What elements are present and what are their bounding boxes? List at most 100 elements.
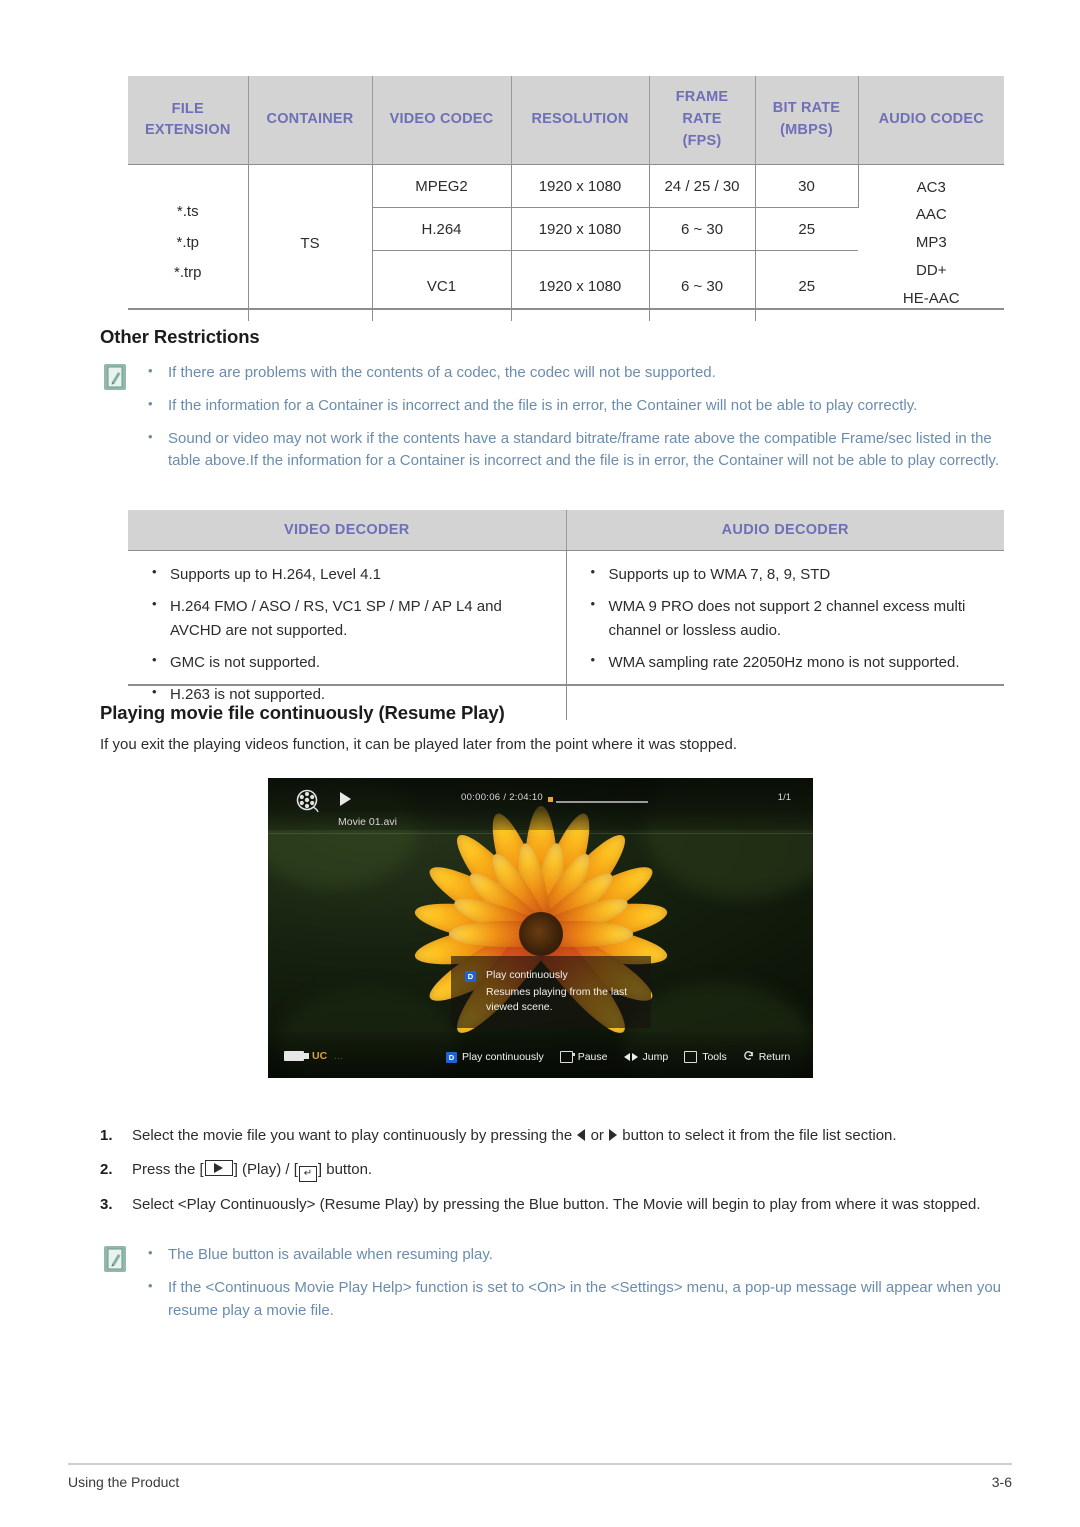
col-header-container: CONTAINER bbox=[248, 76, 373, 165]
blue-button-badge-icon: D bbox=[465, 971, 476, 982]
list-item: 3. Select <Play Continuously> (Resume Pla… bbox=[100, 1193, 1005, 1216]
step-text-post: ] button. bbox=[317, 1161, 373, 1179]
action-label: Jump bbox=[642, 1051, 669, 1063]
progress-knob[interactable] bbox=[548, 797, 553, 802]
col-header-resolution: RESOLUTION bbox=[511, 76, 650, 165]
footer-divider bbox=[68, 1463, 1012, 1465]
cell-bit-rate: 25 bbox=[755, 250, 858, 321]
table-row: *.ts *.tp *.trp TS MPEG2 1920 x 1080 24 … bbox=[128, 164, 1004, 321]
audio-codec-item: MP3 bbox=[915, 234, 947, 252]
cell-frame-rate: 6 ~ 30 bbox=[649, 207, 756, 251]
list-item: If the <Continuous Movie Play Help> func… bbox=[142, 1276, 1009, 1323]
instruction-steps: 1. Select the movie file you want to play… bbox=[100, 1124, 1005, 1228]
list-item: The Blue button is available when resumi… bbox=[142, 1243, 1009, 1267]
col-header-video-codec: VIDEO CODEC bbox=[372, 76, 512, 165]
page-counter: 1/1 bbox=[777, 792, 791, 803]
step-text-pre: Select the movie file you want to play c… bbox=[132, 1127, 577, 1144]
header-line: CONTAINER bbox=[266, 111, 354, 128]
popup-description: Resumes playing from the last viewed sce… bbox=[486, 986, 628, 1014]
col-header-bit-rate: BIT RATE (MBPS) bbox=[755, 76, 859, 165]
left-arrow-icon bbox=[577, 1129, 586, 1141]
header-line: FRAME bbox=[675, 89, 729, 106]
header-line: RESOLUTION bbox=[531, 111, 629, 128]
codec-table-bottom-rule bbox=[128, 308, 1004, 310]
movie-filename: Movie 01.avi bbox=[338, 816, 397, 828]
audio-codec-item: AAC bbox=[915, 206, 947, 224]
play-status-icon bbox=[340, 792, 351, 806]
action-pause[interactable]: Pause bbox=[559, 1051, 608, 1063]
action-jump[interactable]: Jump bbox=[623, 1051, 669, 1063]
header-line: RATE bbox=[682, 111, 722, 128]
blue-button-badge-icon: D bbox=[446, 1051, 457, 1063]
list-item: Supports up to WMA 7, 8, 9, STD bbox=[577, 562, 995, 586]
action-label: Play continuously bbox=[462, 1051, 544, 1063]
film-reel-icon bbox=[294, 788, 322, 821]
list-item: If there are problems with the contents … bbox=[142, 361, 1009, 385]
usb-device-label: UC bbox=[312, 1050, 328, 1062]
cell-audio-decoder-list: Supports up to WMA 7, 8, 9, STD WMA 9 PR… bbox=[566, 550, 1004, 721]
step-text-mid: ] (Play) / [ bbox=[233, 1161, 298, 1179]
right-arrow-icon bbox=[609, 1129, 618, 1141]
action-tools[interactable]: Tools bbox=[684, 1051, 727, 1063]
page-number: 3-6 bbox=[991, 1474, 1012, 1490]
tools-icon bbox=[684, 1051, 698, 1063]
section-heading-resume-play: Playing movie file continuously (Resume … bbox=[100, 702, 505, 723]
cell-bit-rate: 25 bbox=[755, 207, 858, 251]
cell-file-extensions: *.ts *.tp *.trp bbox=[128, 164, 249, 321]
action-return[interactable]: Return bbox=[743, 1050, 790, 1064]
resume-play-intro: If you exit the playing videos function,… bbox=[100, 736, 738, 753]
list-item: 1. Select the movie file you want to play… bbox=[100, 1124, 1005, 1147]
play-key-icon bbox=[204, 1160, 233, 1177]
tv-player-screenshot: 00:00:06 / 2:04:10 1/1 Movie 01.avi D Pl… bbox=[268, 778, 813, 1078]
list-item: WMA 9 PRO does not support 2 channel exc… bbox=[577, 594, 995, 642]
file-extension-item: *.tp bbox=[176, 233, 199, 251]
note-pencil-icon bbox=[104, 1246, 126, 1272]
header-line: VIDEO CODEC bbox=[389, 111, 494, 128]
list-item: If the information for a Container is in… bbox=[142, 394, 1009, 418]
col-header-file-extension: FILE EXTENSION bbox=[128, 76, 249, 165]
step-number: 3. bbox=[100, 1196, 113, 1214]
list-item: Supports up to H.264, Level 4.1 bbox=[138, 562, 556, 586]
header-line: (MBPS) bbox=[780, 122, 833, 138]
file-extension-item: *.ts bbox=[176, 202, 199, 220]
step-text-pre: Press the [ bbox=[132, 1161, 204, 1179]
decoder-table-header-row: VIDEO DECODER AUDIO DECODER bbox=[128, 510, 1004, 551]
col-header-frame-rate: FRAME RATE (FPS) bbox=[649, 76, 756, 165]
step-text-post: button to select it from the file list s… bbox=[618, 1127, 897, 1144]
header-line: (FPS) bbox=[682, 132, 722, 149]
header-line: EXTENSION bbox=[144, 122, 231, 138]
cell-audio-codecs: AC3 AAC MP3 DD+ HE-AAC bbox=[858, 164, 1004, 321]
enter-key-icon: ↵ bbox=[298, 1166, 317, 1183]
step-text-mid: or bbox=[586, 1127, 609, 1144]
action-play-continuously[interactable]: D Play continuously bbox=[446, 1051, 544, 1063]
header-line: FILE bbox=[171, 100, 204, 117]
cell-bit-rate: 30 bbox=[755, 164, 859, 208]
header-line: AUDIO CODEC bbox=[878, 111, 984, 128]
popup-title: Play continuously bbox=[486, 969, 568, 981]
note-callout: If there are problems with the contents … bbox=[104, 361, 1009, 483]
cell-resolution: 1920 x 1080 bbox=[511, 164, 650, 208]
list-item: H.264 FMO / ASO / RS, VC1 SP / MP / AP L… bbox=[138, 594, 556, 642]
page-title: Other Restrictions bbox=[100, 326, 260, 347]
cell-video-codec: VC1 bbox=[372, 250, 512, 321]
note-callout: The Blue button is available when resumi… bbox=[104, 1243, 1009, 1332]
step-text: Select <Play Continuously> (Resume Play)… bbox=[132, 1196, 981, 1214]
step-number: 2. bbox=[100, 1161, 113, 1179]
list-item: GMC is not supported. bbox=[138, 650, 556, 674]
col-header-video-decoder: VIDEO DECODER bbox=[128, 510, 567, 551]
decoder-table-bottom-rule bbox=[128, 684, 1004, 686]
left-right-arrows-icon bbox=[623, 1053, 638, 1061]
cell-frame-rate: 6 ~ 30 bbox=[649, 250, 756, 321]
playback-timecode: 00:00:06 / 2:04:10 bbox=[461, 792, 543, 803]
cell-resolution: 1920 x 1080 bbox=[511, 207, 650, 251]
list-item: 2. Press the [ ] (Play) / [↵] button. bbox=[100, 1158, 1005, 1183]
enter-key-icon bbox=[559, 1051, 575, 1063]
audio-decoder-list: Supports up to WMA 7, 8, 9, STD WMA 9 PR… bbox=[577, 562, 995, 674]
manual-page: FILE EXTENSION CONTAINER VIDEO CODEC RES… bbox=[0, 0, 1080, 1527]
cell-frame-rate: 24 / 25 / 30 bbox=[649, 164, 756, 208]
cell-video-codec: H.264 bbox=[372, 207, 512, 251]
restriction-note-list: If there are problems with the contents … bbox=[142, 361, 1009, 474]
return-arrow-icon bbox=[743, 1050, 754, 1064]
progress-track[interactable] bbox=[556, 801, 648, 803]
list-item: Sound or video may not work if the conte… bbox=[142, 427, 1009, 474]
